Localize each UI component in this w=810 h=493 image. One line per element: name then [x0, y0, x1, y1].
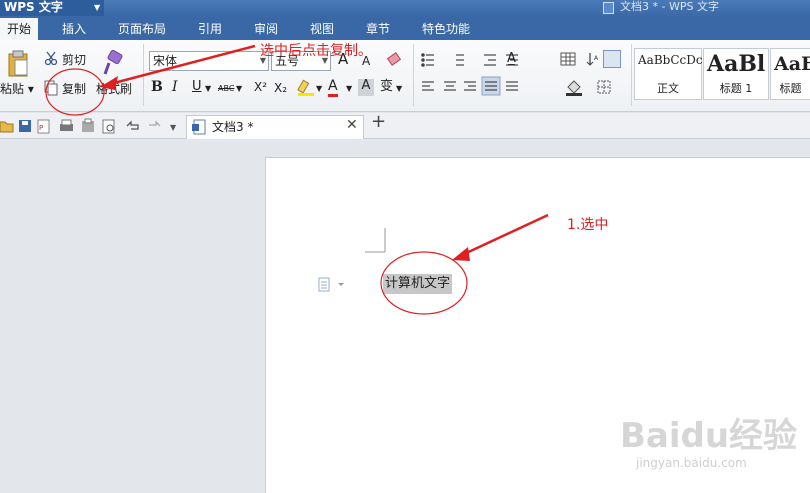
annotation-step-2: 选中后点击复制。: [260, 43, 372, 59]
annotation-step-1: 1.选中: [567, 217, 609, 233]
baidu-watermark-logo: Baidu经验: [620, 416, 798, 456]
watermark-url: jingyan.baidu.com: [636, 456, 747, 470]
